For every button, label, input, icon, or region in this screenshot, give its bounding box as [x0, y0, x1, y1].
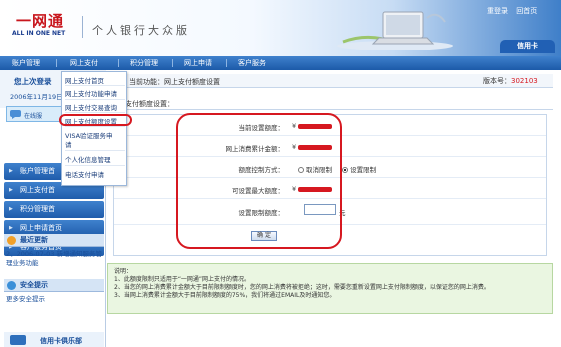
highlight-ring-menu — [59, 114, 132, 126]
dd-item-visa-cont[interactable]: 请 — [65, 139, 72, 149]
dd-divider — [65, 165, 125, 166]
side-item-points[interactable]: 积分管理首 — [4, 201, 104, 218]
home-link[interactable]: 回首页 — [516, 7, 537, 15]
credit-card-club-banner[interactable]: 信用卡俱乐部 — [4, 332, 104, 347]
dd-item-personal-info[interactable]: 个人化信息管理 — [65, 154, 111, 164]
note-item: 2、当您的网上消费累计金额大于目前限制额度时，您的网上消费将被拒绝；这时，需要您… — [114, 284, 490, 291]
nav-online-pay[interactable]: 网上支付 — [64, 56, 104, 70]
header: 一网通 ALL IN ONE NET 个人银行大众版 重登录 回首页 信用卡 — [0, 0, 561, 56]
club-label: 信用卡俱乐部 — [40, 337, 82, 345]
shield-icon — [7, 281, 16, 290]
online-service-button[interactable]: 在线服 — [6, 106, 64, 122]
radio-set-limit[interactable] — [342, 167, 349, 173]
update-icon — [7, 236, 16, 245]
security-header: 安全提示 — [4, 279, 104, 292]
note-item: 1、此额度限制只适用于“一网通”网上支付的情况。 — [114, 276, 251, 283]
highlight-ring-form — [176, 113, 342, 249]
top-links: 重登录 回首页 — [487, 6, 543, 16]
nav-points[interactable]: 积分管理 — [124, 56, 164, 70]
breadcrumb: 当前功能：网上支付额度设置 — [129, 78, 220, 86]
dd-item-query[interactable]: 网上支付交易查询 — [65, 102, 117, 112]
version-info: 版本号：302103 — [483, 76, 538, 86]
version-label: 版本号： — [483, 77, 511, 85]
dd-divider — [65, 150, 125, 151]
dd-divider — [65, 126, 125, 127]
logo-cn: 一网通 — [16, 12, 65, 30]
credit-card-tab[interactable]: 信用卡 — [500, 40, 555, 53]
laptop-scene-illustration — [337, 11, 453, 50]
security-link[interactable]: 更多安全提示 — [6, 295, 102, 304]
dd-item-apply-function[interactable]: 网上支付功能申请 — [65, 88, 117, 98]
online-pay-dropdown-menu: 网上支付首页 网上支付功能申请 网上支付交易查询 网上支付额度设置 VISA验证… — [61, 71, 127, 186]
dd-item-phone-pay[interactable]: 电话支付申请 — [65, 169, 104, 179]
relogin-link[interactable]: 重登录 — [487, 7, 508, 15]
nav-divider — [226, 59, 227, 67]
chat-icon — [10, 110, 21, 119]
notes-heading: 说明： — [114, 268, 133, 275]
welcome-title: 您上次登录 — [14, 77, 52, 86]
note-item: 3、当网上消费累计金额大于目前限制额度的75%，我们将通过EMAIL及时通知您。 — [114, 292, 336, 299]
nav-apply[interactable]: 网上申请 — [178, 56, 218, 70]
dd-divider — [65, 112, 125, 113]
latest-updates-title: 最近更新 — [20, 236, 48, 244]
last-login-date: 2006年11月19日 — [10, 93, 63, 101]
logo-divider — [82, 16, 83, 38]
section-title: 网上支付额度设置： — [107, 98, 553, 110]
logo[interactable]: 一网通 ALL IN ONE NET — [12, 10, 78, 40]
latest-updates-header: 最近更新 — [4, 234, 104, 247]
dd-divider — [65, 85, 125, 86]
dd-divider — [65, 99, 125, 100]
nav-divider — [172, 59, 173, 67]
dd-item-home[interactable]: 网上支付首页 — [65, 75, 104, 85]
main-nav: 账户管理 网上支付 积分管理 网上申请 客户服务 — [0, 56, 561, 70]
nav-divider — [118, 59, 119, 67]
credit-card-icon — [10, 335, 26, 345]
online-service-label: 在线服 — [24, 113, 43, 120]
latest-update-text[interactable]: 2、2006-07-03 新增通知服务管理业务功能 — [6, 250, 102, 268]
nav-service[interactable]: 客户服务 — [232, 56, 272, 70]
nav-divider — [56, 59, 57, 67]
set-limit-label: 设置限制 — [350, 166, 377, 174]
security-title: 安全提示 — [20, 281, 48, 289]
logo-en: ALL IN ONE NET — [12, 30, 66, 37]
site-title: 个人银行大众版 — [92, 24, 190, 37]
dd-item-visa[interactable]: VISA验证服务申 — [65, 130, 113, 140]
nav-account[interactable]: 账户管理 — [6, 56, 46, 70]
breadcrumb-bar: 当前功能：网上支付额度设置 版本号：302103 — [107, 74, 553, 88]
notes-panel: 说明： 1、此额度限制只适用于“一网通”网上支付的情况。 2、当您的网上消费累计… — [107, 263, 553, 314]
version-number: 302103 — [511, 77, 538, 85]
